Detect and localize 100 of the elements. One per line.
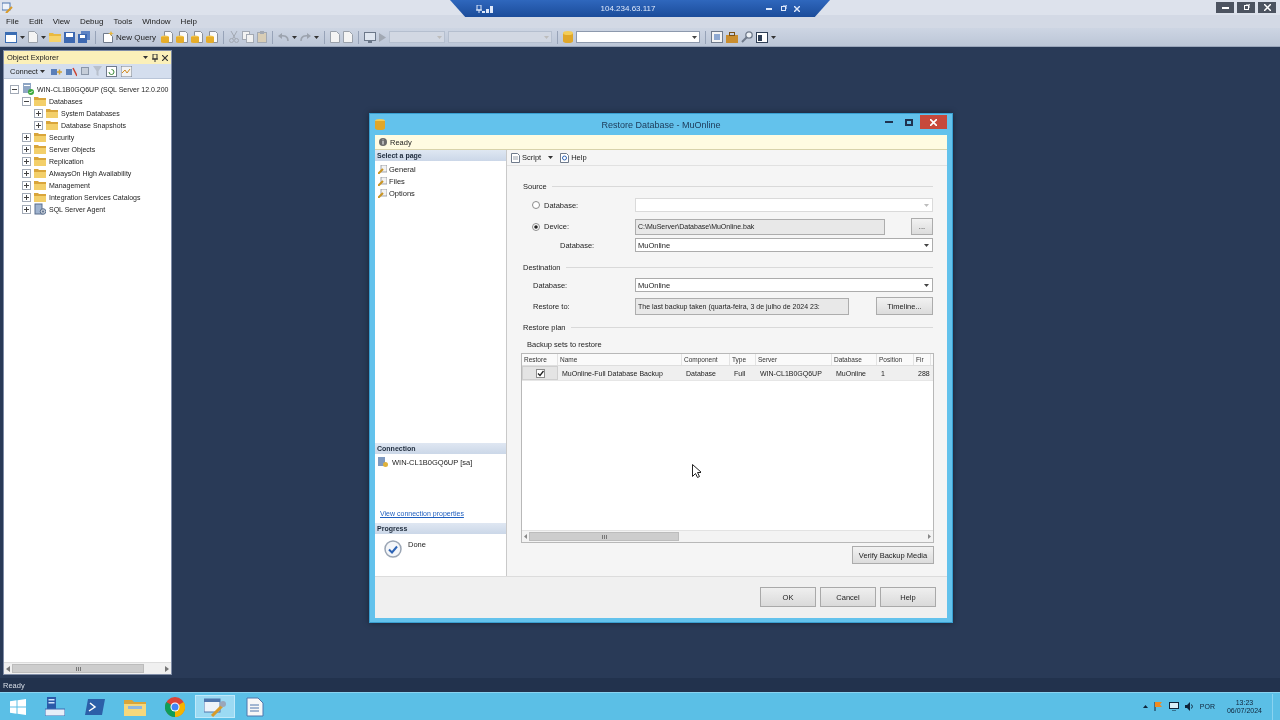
toolbox-icon[interactable]: [726, 31, 738, 43]
tools-window-icon: [2, 2, 13, 13]
caret-icon[interactable]: [20, 35, 25, 39]
server-tower-icon: [45, 697, 65, 716]
plus-box-icon[interactable]: [22, 156, 31, 166]
four-panes-icon: [9, 698, 26, 715]
scrollbar-thumb[interactable]: [529, 532, 679, 541]
database-page-icon[interactable]: [176, 31, 188, 43]
page-icon[interactable]: [330, 31, 340, 43]
menu-item[interactable]: Window: [137, 15, 176, 28]
folder-icon: [124, 697, 146, 716]
pin-icon[interactable]: [476, 4, 482, 13]
dropdown-arrow-icon: [437, 35, 442, 39]
dropdown-arrow-icon: [924, 283, 929, 287]
two-pages-icon[interactable]: [242, 31, 254, 43]
plus-box-icon[interactable]: [34, 108, 43, 118]
folder-icon: [34, 132, 46, 142]
menu-item[interactable]: Help: [175, 15, 203, 28]
document-icon: [246, 696, 264, 717]
close-icon[interactable]: [162, 54, 168, 61]
pin-icon[interactable]: [152, 53, 158, 62]
horizontal-scrollbar[interactable]: [522, 530, 933, 542]
framed-square-icon[interactable]: [711, 31, 723, 43]
folder-icon: [46, 108, 58, 118]
taskbar-app-button[interactable]: [195, 695, 235, 718]
page-pencil-icon: [378, 188, 387, 198]
close-icon: [794, 5, 800, 12]
magnifier-icon[interactable]: [741, 31, 753, 43]
clipboard-icon[interactable]: [257, 31, 267, 43]
folder-icon: [34, 192, 46, 202]
server-icon: [378, 457, 388, 467]
plus-box-icon[interactable]: [22, 180, 31, 190]
server-icon: [22, 83, 34, 95]
folder-icon: [46, 120, 58, 130]
plus-box-icon[interactable]: [22, 168, 31, 178]
database-page-icon[interactable]: [191, 31, 203, 43]
minus-box-icon[interactable]: [22, 96, 31, 106]
window-icon[interactable]: [5, 31, 17, 43]
tricolor-circle-icon: [165, 696, 185, 717]
radio-button[interactable]: [532, 222, 540, 231]
restore-button[interactable]: [1237, 2, 1255, 13]
new-query-button[interactable]: New Query: [101, 29, 158, 45]
page-pencil-icon: [378, 176, 387, 186]
menu-item[interactable]: Edit: [23, 15, 48, 28]
right-arrow-icon[interactable]: [928, 534, 931, 539]
plus-box-icon[interactable]: [22, 204, 31, 214]
minus-box-icon[interactable]: [10, 84, 19, 94]
restore-icon: [779, 5, 787, 12]
toolbar-dropdown[interactable]: [576, 31, 700, 43]
menu-item[interactable]: File: [1, 15, 24, 28]
radio-button[interactable]: [532, 201, 540, 209]
page-icon[interactable]: [343, 31, 353, 43]
folder-icon: [34, 156, 46, 166]
caret-icon[interactable]: [292, 35, 297, 39]
grip-icon: [601, 534, 607, 539]
caret-icon[interactable]: [143, 56, 148, 59]
menu-item[interactable]: Tools: [108, 15, 138, 28]
close-icon: [1263, 4, 1271, 11]
close-button[interactable]: [920, 115, 947, 129]
database-page-icon[interactable]: [161, 31, 173, 43]
caret-icon[interactable]: [771, 35, 776, 39]
folder-icon: [34, 144, 46, 154]
flag-icon[interactable]: [1153, 702, 1163, 711]
circular-arrow-icon[interactable]: [105, 65, 117, 77]
plus-box-icon[interactable]: [22, 132, 31, 142]
floppy-stack-icon[interactable]: [78, 31, 90, 43]
minimize-icon: [766, 7, 772, 10]
speaker-icon[interactable]: [1184, 702, 1194, 711]
menu-item[interactable]: View: [47, 15, 75, 28]
left-arrow-icon[interactable]: [6, 665, 10, 672]
up-chevron-icon[interactable]: [1142, 705, 1148, 708]
caret-icon[interactable]: [314, 35, 319, 39]
plus-box-icon[interactable]: [34, 120, 43, 130]
square-icon[interactable]: [80, 67, 89, 75]
dialog-title: Restore Database - MuOnline: [601, 119, 721, 130]
left-arrow-icon[interactable]: [524, 534, 527, 539]
terminal-icon: [85, 698, 105, 715]
plus-box-icon[interactable]: [22, 192, 31, 202]
mouse-pointer-icon: [692, 464, 701, 478]
folder-icon: [34, 168, 46, 178]
dropdown-arrow-icon: [692, 35, 697, 39]
caret-icon[interactable]: [548, 156, 554, 159]
tools-window-icon: [204, 696, 226, 717]
horizontal-scrollbar[interactable]: [4, 662, 171, 674]
line-graph-icon[interactable]: [120, 65, 132, 77]
square-slash-icon[interactable]: [65, 65, 77, 77]
plus-box-icon[interactable]: [22, 144, 31, 154]
scrollbar-thumb[interactable]: [12, 664, 144, 673]
minimize-button[interactable]: [1216, 2, 1234, 13]
page-sparkle-icon: [103, 31, 114, 43]
right-arrow-icon[interactable]: [165, 665, 169, 672]
minimize-icon: [885, 121, 893, 123]
monitor-icon[interactable]: [1168, 702, 1179, 711]
menu-item[interactable]: Debug: [74, 15, 109, 28]
database-page-icon[interactable]: [206, 31, 218, 43]
window-layout-icon[interactable]: [756, 31, 768, 43]
floppy-icon[interactable]: [64, 31, 75, 43]
restore-checkbox[interactable]: [535, 368, 545, 378]
caret-icon[interactable]: [41, 35, 46, 39]
close-button[interactable]: [1258, 2, 1276, 13]
